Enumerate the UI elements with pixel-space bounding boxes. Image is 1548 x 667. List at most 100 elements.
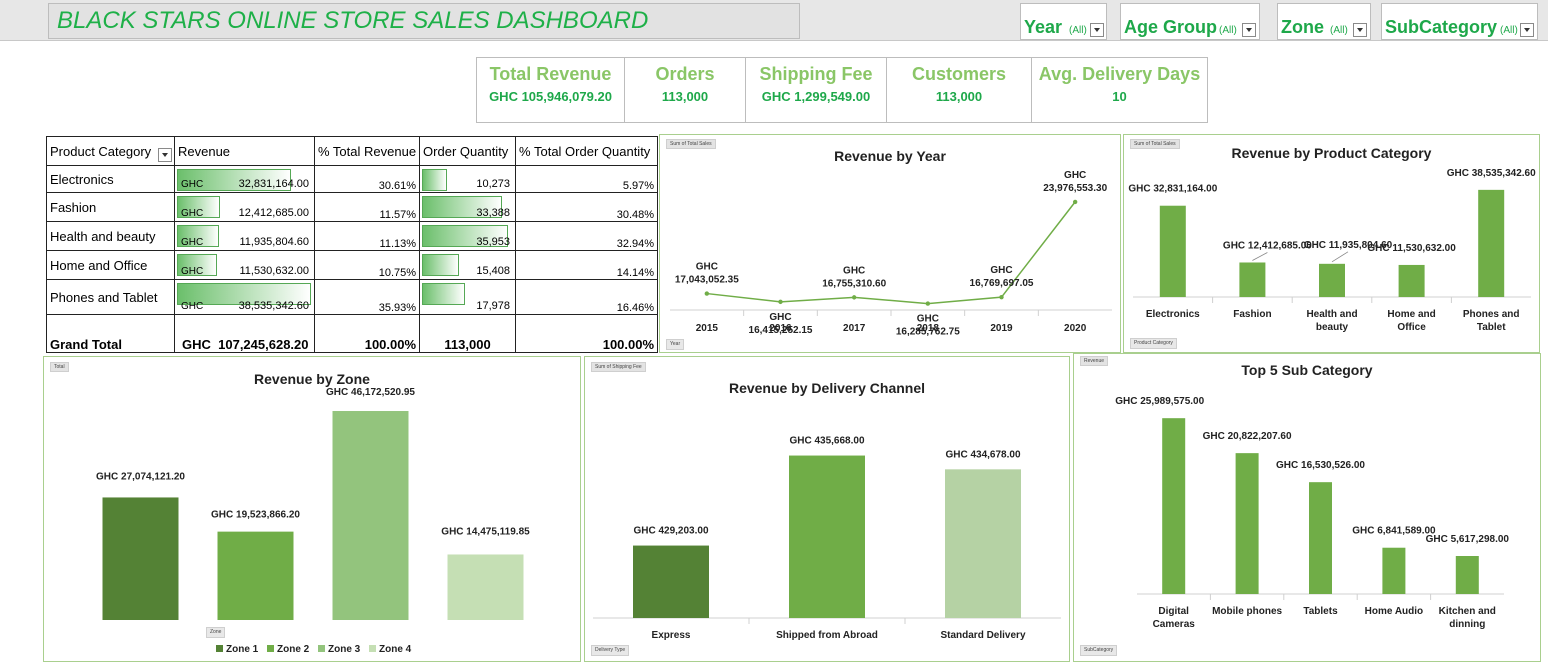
bar[interactable] <box>1382 547 1406 594</box>
bar[interactable] <box>102 497 179 620</box>
bar[interactable] <box>1162 418 1186 594</box>
row-category[interactable]: Health and beauty <box>46 221 175 251</box>
x-tick-label: dinning <box>1449 619 1485 630</box>
x-tick-label: Home Audio <box>1365 606 1424 617</box>
subcategory-dropdown-icon[interactable] <box>1520 23 1534 37</box>
data-label: GHC <box>769 312 791 323</box>
data-label: GHC 46,172,520.95 <box>326 387 415 398</box>
data-label: GHC <box>843 265 865 276</box>
bar[interactable] <box>1235 453 1259 594</box>
data-label: 16,769,697.05 <box>970 278 1034 289</box>
bar[interactable] <box>945 469 1021 618</box>
row-order-quantity: 17,978 <box>419 279 517 315</box>
bar[interactable] <box>1159 205 1186 297</box>
revenue-by-zone-chart[interactable]: Total Revenue by Zone GHC 27,074,121.20 G… <box>43 356 581 662</box>
row-category[interactable]: Phones and Tablet <box>46 279 175 315</box>
kpi-value: GHC 105,946,079.20 <box>489 89 612 104</box>
kpi-total-revenue: Total Revenue GHC 105,946,079.20 <box>477 58 625 122</box>
data-label: GHC <box>1064 170 1086 181</box>
title-box: BLACK STARS ONLINE STORE SALES DASHBOARD <box>48 3 800 39</box>
zone-dropdown-icon[interactable] <box>1353 23 1367 37</box>
row-pct-quantity: 14.14% <box>515 250 659 280</box>
subcategory-slicer[interactable]: SubCategory (All) <box>1381 3 1538 40</box>
x-tick-label: Tablet <box>1477 322 1506 333</box>
bar[interactable] <box>1478 189 1505 297</box>
x-tick-label: Tablets <box>1303 606 1338 617</box>
data-label: GHC 434,678.00 <box>945 449 1020 460</box>
data-point[interactable] <box>704 291 710 296</box>
x-tick-label: 2017 <box>843 323 866 334</box>
delivery-type-field-button[interactable]: Delivery Type <box>591 645 630 656</box>
row-revenue: GHC 11,530,632.00 <box>174 250 315 280</box>
filter-dropdown-icon[interactable] <box>158 148 172 162</box>
row-pct-revenue: 30.61% <box>313 165 421 193</box>
bar[interactable] <box>332 411 409 620</box>
x-tick-label: Office <box>1397 322 1426 333</box>
data-label: GHC 11,530,632.00 <box>1367 243 1456 254</box>
x-tick-label: Digital <box>1158 606 1189 617</box>
row-category[interactable]: Home and Office <box>46 250 175 280</box>
legend-label: Zone 1 <box>226 644 259 655</box>
data-label: 16,755,310.60 <box>822 278 886 289</box>
currency-label: GHC <box>181 179 204 190</box>
revenue-by-delivery-channel-plot: GHC 429,203.00 Express GHC 435,668.00 Shipp… <box>593 436 1061 641</box>
age-group-dropdown-icon[interactable] <box>1242 23 1256 37</box>
revenue-by-delivery-channel-chart[interactable]: Sum of Shipping Fee Revenue by Delivery … <box>584 356 1070 662</box>
currency-label: GHC <box>181 266 204 277</box>
revenue-by-category-chart[interactable]: Sum of Total Sales Revenue by Product Ca… <box>1123 134 1540 353</box>
row-category[interactable]: Electronics <box>46 165 175 193</box>
x-tick-label: Health and <box>1306 309 1357 320</box>
kpi-orders: Orders 113,000 <box>625 58 746 122</box>
row-category[interactable]: Fashion <box>46 192 175 222</box>
quantity-value: 17,978 <box>476 300 511 312</box>
bar[interactable] <box>447 554 524 620</box>
revenue-by-year-chart[interactable]: Sum of Total Sales Revenue by Year GHC 17… <box>659 134 1121 353</box>
bar[interactable] <box>789 455 865 618</box>
data-point[interactable] <box>1072 199 1078 205</box>
x-tick-label: Electronics <box>1146 309 1200 320</box>
data-point[interactable] <box>925 301 931 306</box>
row-revenue: GHC 12,412,685.00 <box>174 192 315 222</box>
year-dropdown-icon[interactable] <box>1090 23 1104 37</box>
year-slicer[interactable]: Year (All) <box>1020 3 1107 40</box>
kpi-value: GHC 1,299,549.00 <box>761 89 871 104</box>
revenue-by-year-plot: GHC17,043,052.352015GHC16,415,252.152016… <box>670 170 1112 338</box>
top-5-sub-category-chart[interactable]: Revenue Top 5 Sub Category GHC 25,989,57… <box>1073 353 1541 662</box>
quantity-data-bar <box>422 283 466 305</box>
year-slicer-label: Year <box>1024 17 1063 37</box>
data-label: GHC 25,989,575.00 <box>1115 396 1204 407</box>
bar[interactable] <box>1398 264 1425 297</box>
bar[interactable] <box>217 531 294 620</box>
row-order-quantity: 33,388 <box>419 192 517 222</box>
kpi-value: 113,000 <box>935 89 983 104</box>
data-point[interactable] <box>851 295 857 300</box>
subcategory-field-button[interactable]: SubCategory <box>1080 645 1118 656</box>
bar[interactable] <box>1239 262 1266 297</box>
year-field-button[interactable]: Year <box>666 339 685 350</box>
kpi-label: Avg. Delivery Days <box>1038 64 1201 84</box>
bar[interactable] <box>633 545 709 618</box>
data-label: GHC 27,074,121.20 <box>96 471 185 482</box>
data-label: GHC 19,523,866.20 <box>211 510 300 521</box>
kpi-label: Orders <box>655 64 715 84</box>
age-group-slicer[interactable]: Age Group (All) <box>1120 3 1260 40</box>
grand-total-quantity: 113,000 <box>419 314 517 353</box>
revenue-value: 11,530,632.00 <box>239 265 309 277</box>
revenue-value: 12,412,685.00 <box>238 207 309 219</box>
product-category-field-button[interactable]: Product Category <box>1130 338 1177 349</box>
bar[interactable] <box>1309 482 1332 594</box>
data-label: GHC 6,841,589.00 <box>1352 526 1436 537</box>
zone-field-button[interactable]: Zone <box>206 627 226 638</box>
kpi-avg-delivery-days: Avg. Delivery Days 10 <box>1032 58 1207 122</box>
data-label: GHC 435,668.00 <box>789 436 864 447</box>
header-product-category[interactable]: Product Category <box>46 136 175 166</box>
bar[interactable] <box>1319 263 1345 297</box>
data-label: 17,043,052.35 <box>675 275 739 286</box>
data-point[interactable] <box>999 294 1004 300</box>
top-5-sub-category-plot: GHC 25,989,575.00 Digital Cameras GHC 20,82… <box>1115 396 1509 630</box>
kpi-shipping-fee: Shipping Fee GHC 1,299,549.00 <box>746 58 887 122</box>
zone-slicer[interactable]: Zone (All) <box>1277 3 1371 40</box>
data-point[interactable] <box>778 299 783 305</box>
header-order-quantity: Order Quantity <box>419 136 517 166</box>
bar[interactable] <box>1455 556 1479 594</box>
